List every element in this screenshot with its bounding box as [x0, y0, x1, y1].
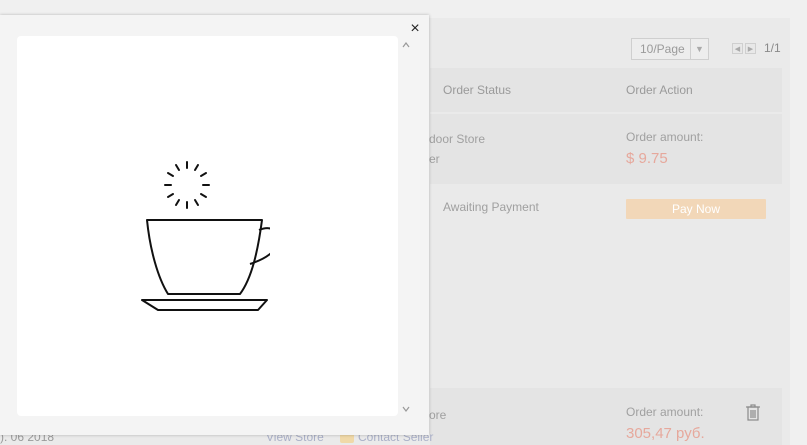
close-icon[interactable]: × — [409, 21, 421, 37]
image-preview-modal: × — [0, 15, 429, 435]
seller-name: er — [429, 152, 440, 166]
store-name-2[interactable]: ore — [429, 408, 446, 422]
order-status: Awaiting Payment — [443, 200, 539, 214]
chevron-down-icon[interactable] — [401, 404, 411, 414]
header-order-action: Order Action — [626, 83, 693, 97]
order-amount-value-2: 305,47 руб. — [626, 425, 705, 442]
page-count: 1/1 — [764, 41, 781, 55]
pager-nav: ◀ ▶ — [732, 42, 756, 54]
order-amount-label-2: Order amount: — [626, 405, 704, 419]
order-row-header-2 — [430, 388, 782, 445]
per-page-value: 10/Page — [640, 42, 685, 56]
next-page-button[interactable]: ▶ — [745, 42, 756, 54]
coffee-cup-loading-icon — [141, 161, 270, 311]
order-amount-value: $ 9.75 — [626, 150, 668, 167]
header-order-status: Order Status — [443, 83, 512, 97]
per-page-select[interactable]: 10/Page ▼ — [631, 38, 709, 60]
store-name[interactable]: door Store — [429, 132, 485, 146]
order-row-header — [430, 114, 782, 184]
order-amount-label: Order amount: — [626, 130, 704, 144]
chevron-down-icon: ▼ — [690, 39, 708, 59]
modal-image-area — [17, 36, 398, 416]
chevron-up-icon[interactable] — [401, 40, 411, 50]
trash-icon[interactable] — [745, 404, 761, 424]
pay-now-button[interactable]: Pay Now — [626, 199, 766, 219]
prev-page-button[interactable]: ◀ — [732, 42, 743, 54]
